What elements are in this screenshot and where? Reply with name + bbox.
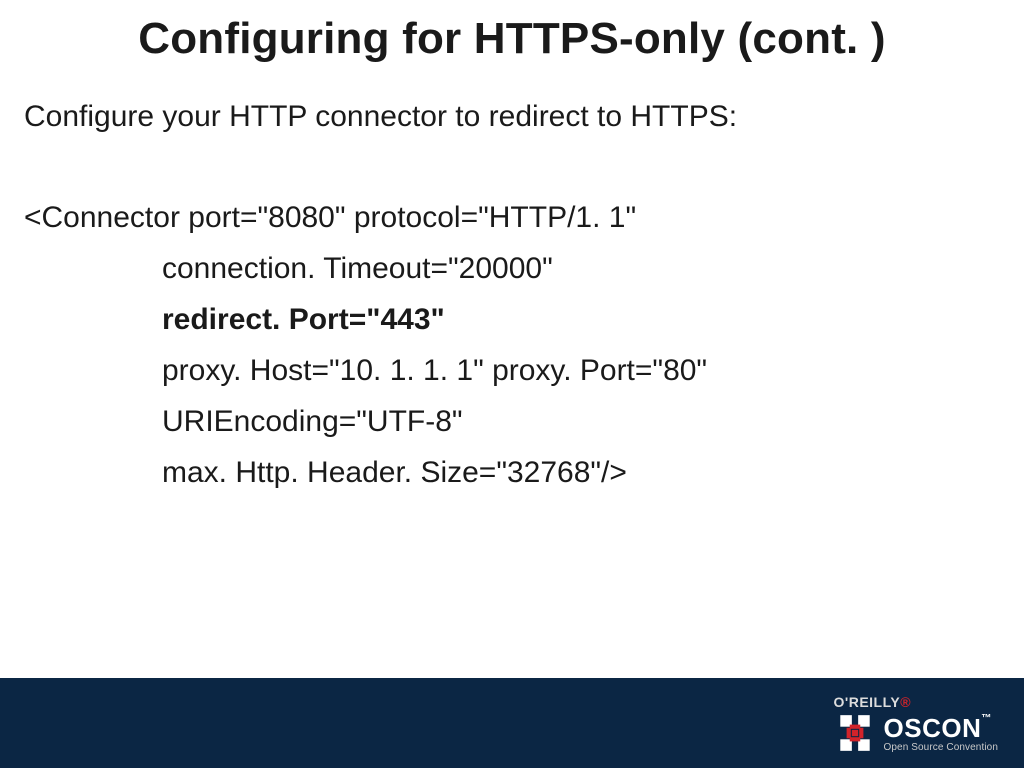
code-line-3: redirect. Port="443": [24, 294, 1000, 345]
code-block: <Connector port="8080" protocol="HTTP/1.…: [0, 134, 1024, 498]
slide-title: Configuring for HTTPS-only (cont. ): [0, 0, 1024, 64]
slide-subtitle: Configure your HTTP connector to redirec…: [0, 64, 1024, 134]
footer-bar: O'REILLY®: [0, 678, 1024, 768]
conference-text-block: OSCON™ Open Source Convention: [884, 713, 999, 753]
brand-block: O'REILLY®: [834, 694, 999, 754]
oscon-logo-icon: [834, 712, 876, 754]
conference-label: OSCON: [884, 713, 982, 743]
conference-name: OSCON™: [884, 713, 999, 744]
code-line-2: connection. Timeout="20000": [24, 243, 1000, 294]
code-line-6: max. Http. Header. Size="32768"/>: [24, 447, 1000, 498]
code-line-1: <Connector port="8080" protocol="HTTP/1.…: [24, 201, 636, 234]
conference-tagline: Open Source Convention: [884, 742, 999, 753]
publisher-text: O'REILLY: [834, 694, 901, 710]
conference-row: OSCON™ Open Source Convention: [834, 712, 999, 754]
trademark: ™: [981, 713, 992, 724]
slide: Configuring for HTTPS-only (cont. ) Conf…: [0, 0, 1024, 768]
code-line-5: URIEncoding="UTF-8": [24, 396, 1000, 447]
publisher-mark: ®: [900, 694, 911, 710]
publisher-label: O'REILLY®: [834, 694, 999, 710]
code-line-4: proxy. Host="10. 1. 1. 1" proxy. Port="8…: [24, 345, 1000, 396]
